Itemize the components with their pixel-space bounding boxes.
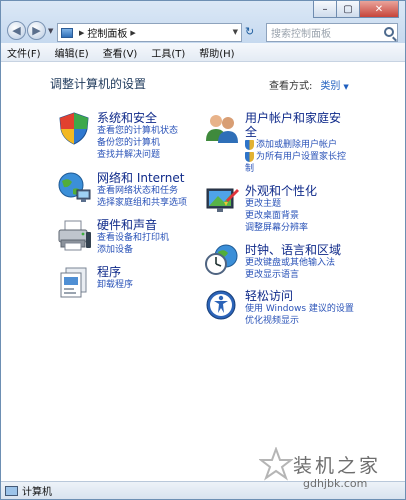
computer-icon [5, 485, 18, 496]
shield-icon[interactable] [56, 111, 92, 145]
link-homegroup-sharing[interactable]: 选择家庭组和共享选项 [97, 197, 187, 209]
navigation-buttons: ◀ ▶ ▼ [7, 21, 53, 40]
page-title: 调整计算机的设置 [50, 77, 147, 91]
menu-file[interactable]: 文件(F) [7, 45, 41, 60]
link-add-remove-accounts[interactable]: 添加或删除用户帐户 [245, 139, 346, 151]
address-dropdown-icon[interactable]: ▼ [233, 28, 238, 36]
category-title-user-accounts-wrap[interactable]: 全 [245, 125, 346, 139]
category-title-system-security[interactable]: 系统和安全 [97, 111, 178, 125]
category-title-appearance[interactable]: 外观和个性化 [245, 184, 317, 198]
address-bar[interactable]: ▶ 控制面板 ▶ ▼ [57, 23, 242, 42]
watermark: 装机之家 gdhjbk.com [259, 445, 405, 500]
link-change-theme[interactable]: 更改主题 [245, 198, 317, 210]
menu-bar: 文件(F) 编辑(E) 查看(V) 工具(T) 帮助(H) [1, 43, 405, 62]
link-add-device[interactable]: 添加设备 [97, 244, 169, 256]
link-windows-recommended-settings[interactable]: 使用 Windows 建议的设置 [245, 303, 354, 315]
menu-tools[interactable]: 工具(T) [151, 45, 185, 60]
category-title-ease-access[interactable]: 轻松访问 [245, 289, 354, 303]
control-panel-content: 调整计算机的设置 查看方式: 类别 ▼ 系统和安全 查看您的计算机状态 备份您的计算… [1, 63, 405, 481]
link-add-remove-accounts-label[interactable]: 添加或删除用户帐户 [256, 140, 337, 150]
chevron-down-icon[interactable]: ▼ [343, 83, 348, 91]
link-parental-controls[interactable]: 为所有用户设置家长控 [245, 151, 346, 163]
category-title-programs[interactable]: 程序 [97, 265, 133, 279]
ease-of-access-icon[interactable] [204, 289, 240, 323]
breadcrumb-control-panel[interactable]: 控制面板 [87, 25, 127, 40]
paint-monitor-icon[interactable] [204, 184, 240, 218]
printer-icon[interactable] [56, 218, 92, 252]
link-view-network-status[interactable]: 查看网络状态和任务 [97, 185, 187, 197]
category-title-clock-region[interactable]: 时钟、语言和区域 [245, 243, 341, 257]
refresh-icon[interactable]: ↻ [245, 25, 254, 38]
link-uninstall-program[interactable]: 卸载程序 [97, 279, 133, 291]
title-bar: – ▢ ✕ ◀ ▶ ▼ ▶ 控制面板 ▶ ▼ ↻ 搜索控制面板 [1, 1, 405, 43]
close-button[interactable]: ✕ [359, 1, 399, 18]
link-parental-controls-label[interactable]: 为所有用户设置家长控 [256, 152, 346, 162]
back-button[interactable]: ◀ [7, 21, 26, 40]
link-backup-computer[interactable]: 备份您的计算机 [97, 137, 178, 149]
star-icon [259, 447, 293, 481]
clock-globe-icon[interactable] [204, 243, 240, 277]
menu-view[interactable]: 查看(V) [103, 45, 138, 60]
link-optimize-visual-display[interactable]: 优化视频显示 [245, 315, 354, 327]
control-panel-icon [61, 27, 73, 38]
menu-edit[interactable]: 编辑(E) [55, 45, 89, 60]
forward-button[interactable]: ▶ [27, 21, 46, 40]
category-title-user-accounts[interactable]: 用户帐户和家庭安 [245, 111, 346, 125]
category-title-hardware-sound[interactable]: 硬件和声音 [97, 218, 169, 232]
status-location: 计算机 [22, 487, 52, 498]
maximize-button[interactable]: ▢ [336, 1, 360, 18]
link-change-input-methods[interactable]: 更改键盘或其他输入法 [245, 257, 341, 269]
control-panel-window: – ▢ ✕ ◀ ▶ ▼ ▶ 控制面板 ▶ ▼ ↻ 搜索控制面板 文件(F) 编辑… [0, 0, 406, 500]
link-find-fix-problems[interactable]: 查找并解决问题 [97, 149, 178, 161]
category-title-network-internet[interactable]: 网络和 Internet [97, 171, 187, 185]
watermark-url: gdhjbk.com [303, 477, 368, 490]
uac-shield-icon [245, 152, 254, 162]
minimize-button[interactable]: – [313, 1, 337, 18]
recent-pages-dropdown[interactable]: ▼ [48, 27, 53, 35]
link-devices-printers[interactable]: 查看设备和打印机 [97, 232, 169, 244]
uac-shield-icon [245, 140, 254, 150]
breadcrumb-separator[interactable]: ▶ [79, 29, 84, 37]
link-view-computer-status[interactable]: 查看您的计算机状态 [97, 125, 178, 137]
menu-help[interactable]: 帮助(H) [199, 45, 234, 60]
users-icon[interactable] [204, 111, 240, 145]
caption-buttons: – ▢ ✕ [313, 1, 399, 18]
globe-network-icon[interactable] [56, 171, 92, 205]
search-icon[interactable] [384, 27, 394, 37]
link-adjust-resolution[interactable]: 调整屏幕分辨率 [245, 222, 317, 234]
search-input[interactable]: 搜索控制面板 [266, 23, 398, 42]
link-parental-controls-wrap[interactable]: 制 [245, 163, 346, 175]
breadcrumb-separator-trailing[interactable]: ▶ [130, 29, 135, 37]
view-by-dropdown[interactable]: 类别 [320, 81, 340, 92]
programs-icon[interactable] [56, 265, 92, 299]
link-change-desktop-background[interactable]: 更改桌面背景 [245, 210, 317, 222]
link-change-display-language[interactable]: 更改显示语言 [245, 269, 341, 281]
view-by: 查看方式: 类别 ▼ [269, 77, 349, 92]
view-by-label: 查看方式: [269, 81, 313, 92]
watermark-title: 装机之家 [293, 455, 382, 477]
search-placeholder: 搜索控制面板 [271, 29, 331, 40]
